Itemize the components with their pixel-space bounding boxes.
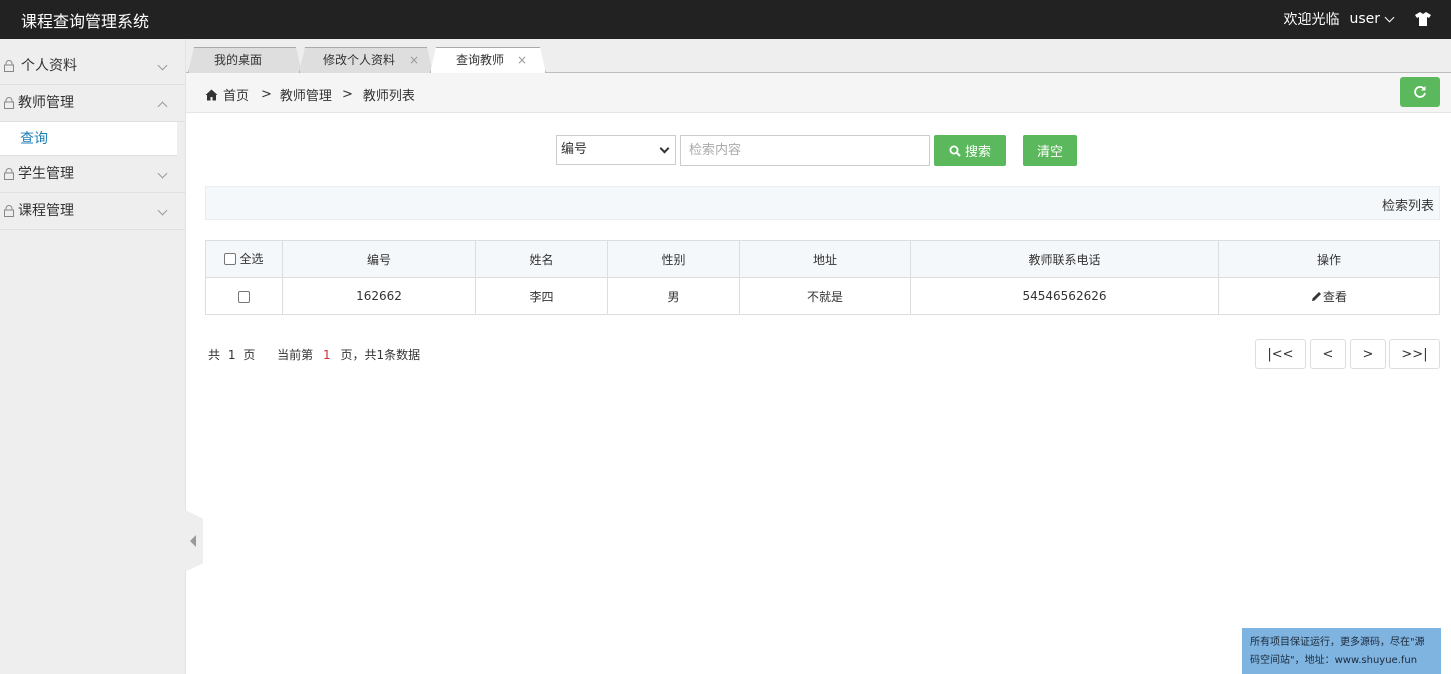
column-header: 操作 (1218, 240, 1440, 278)
tab-label: 修改个人资料 (323, 53, 396, 67)
sidebar-item-teacher[interactable]: 教师管理 (0, 85, 185, 122)
promo-note: 所有项目保证运行，更多源码，尽在"源码空间站"，地址：www.shuyue.fu… (1242, 628, 1441, 674)
sidebar-item-label: 个人资料 (21, 57, 77, 74)
pencil-icon (1311, 291, 1321, 301)
app-title: 课程查询管理系统 (21, 12, 150, 31)
tab-label: 查询教师 (456, 53, 505, 67)
welcome-text: 欢迎光临 (1283, 12, 1340, 28)
chevron-up-icon (157, 101, 168, 112)
column-header: 性别 (607, 240, 740, 278)
breadcrumb-separator: > (261, 87, 272, 102)
page-info: 共 1 页 当前第 1 页，共1条数据 (208, 346, 420, 363)
cell-gender: 男 (607, 277, 740, 315)
caret-left-icon (190, 535, 196, 547)
breadcrumb-level1[interactable]: 教师管理 (280, 85, 332, 104)
user-name: user (1349, 11, 1380, 27)
row-select-cell (205, 277, 283, 315)
column-header: 地址 (739, 240, 911, 278)
select-all-label: 全选 (239, 252, 264, 267)
search-field-value: 编号 (561, 142, 588, 157)
row-checkbox[interactable] (238, 290, 250, 303)
tab-query-teacher[interactable]: 查询教师 × (430, 47, 546, 73)
tab-desktop[interactable]: 我的桌面 (188, 47, 302, 73)
chevron-down-icon (157, 205, 168, 216)
prev-page-button[interactable]: < (1310, 339, 1346, 369)
table-row: 162662 李四 男 不就是 54546562626 查看 (205, 277, 1440, 315)
sidebar-item-student[interactable]: 学生管理 (0, 156, 185, 193)
last-page-button[interactable]: >>| (1389, 339, 1440, 369)
current-page: 1 (323, 348, 331, 362)
next-page-button[interactable]: > (1350, 339, 1386, 369)
tab-edit-profile[interactable]: 修改个人资料 × (299, 47, 433, 73)
list-header: 检索列表 (205, 186, 1440, 220)
breadcrumb-bar: 首页 > 教师管理 > 教师列表 (186, 73, 1451, 113)
teacher-table: 全选 编号 姓名 性别 地址 教师联系电话 操作 162662 李四 男 不就是… (205, 240, 1440, 315)
user-menu[interactable]: user (1349, 11, 1395, 27)
lock-icon (4, 97, 14, 109)
search-button-label: 搜索 (964, 145, 991, 160)
top-header: 课程查询管理系统 欢迎光临 user (0, 0, 1451, 39)
select-all-checkbox[interactable] (224, 252, 237, 265)
current-page-suffix: 页，共1条数据 (340, 348, 421, 362)
close-icon[interactable]: × (517, 47, 527, 73)
view-link[interactable]: 查看 (1311, 288, 1347, 305)
lock-icon (4, 168, 14, 180)
column-header: 姓名 (475, 240, 608, 278)
cell-id: 162662 (282, 277, 476, 315)
search-field-select[interactable]: 编号 (556, 135, 676, 165)
breadcrumb-level2: 教师列表 (362, 89, 415, 104)
sidebar-item-label: 教师管理 (18, 94, 74, 111)
first-page-button[interactable]: |<< (1255, 339, 1306, 369)
sidebar-item-course[interactable]: 课程管理 (0, 193, 185, 230)
tab-label: 我的桌面 (214, 53, 263, 67)
cell-action: 查看 (1218, 277, 1440, 315)
total-pages-prefix: 共 (208, 348, 221, 362)
column-header: 编号 (282, 240, 476, 278)
tab-bar: 我的桌面 修改个人资料 × 查询教师 × (186, 39, 1451, 73)
view-link-label: 查看 (1322, 289, 1347, 304)
close-icon[interactable]: × (409, 47, 419, 73)
current-page-prefix: 当前第 (277, 348, 314, 362)
sidebar: 个人资料 教师管理 查询 学生管理 课程管理 (0, 39, 186, 674)
refresh-icon (1414, 86, 1426, 98)
chevron-down-icon (157, 168, 168, 179)
list-title: 检索列表 (1381, 199, 1434, 214)
tshirt-icon[interactable] (1415, 12, 1431, 26)
header-right: 欢迎光临 user (1283, 9, 1431, 29)
chevron-down-icon (659, 143, 670, 154)
sidebar-item-label: 课程管理 (18, 202, 74, 219)
total-pages: 1 (227, 348, 236, 362)
breadcrumb: 首页 > 教师管理 > 教师列表 (205, 85, 415, 104)
lock-icon (4, 205, 14, 217)
search-input[interactable] (680, 135, 930, 166)
sidebar-collapse-toggle[interactable] (185, 510, 203, 572)
chevron-down-icon (1384, 12, 1395, 22)
total-pages-suffix: 页 (243, 348, 256, 362)
search-button[interactable]: 搜索 (934, 135, 1006, 166)
clear-button[interactable]: 清空 (1023, 135, 1077, 166)
breadcrumb-separator: > (341, 87, 353, 102)
table-header-row: 全选 编号 姓名 性别 地址 教师联系电话 操作 (205, 240, 1440, 278)
lock-icon (4, 60, 14, 72)
sidebar-subitem-query[interactable]: 查询 (0, 122, 177, 156)
cell-address: 不就是 (739, 277, 911, 315)
cell-name: 李四 (475, 277, 608, 315)
breadcrumb-home[interactable]: 首页 (223, 85, 249, 104)
column-header-select: 全选 (205, 240, 283, 278)
search-icon (949, 145, 961, 157)
sidebar-item-profile[interactable]: 个人资料 (0, 48, 185, 85)
cell-phone: 54546562626 (910, 277, 1219, 315)
column-header: 教师联系电话 (910, 240, 1219, 278)
sidebar-item-label: 学生管理 (18, 165, 74, 182)
chevron-down-icon (157, 60, 168, 71)
refresh-button[interactable] (1400, 77, 1440, 107)
home-icon (205, 89, 218, 100)
